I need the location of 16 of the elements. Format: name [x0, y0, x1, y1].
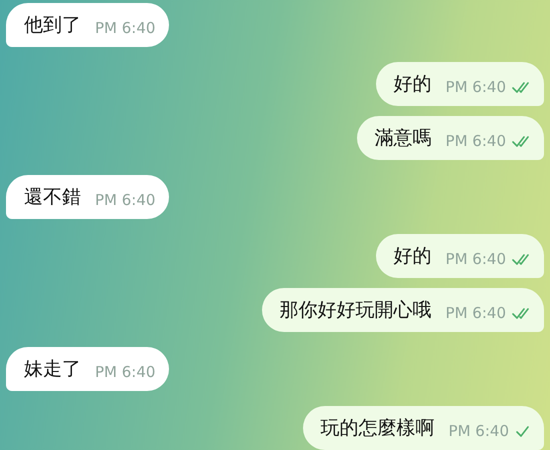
message-time: PM 6:40	[448, 420, 509, 442]
message-time: PM 6:40	[446, 302, 506, 324]
message-text: 玩的怎麼樣啊	[320, 416, 435, 441]
message-time: PM 6:40	[95, 362, 156, 383]
message-text: 妹走了	[24, 356, 81, 382]
message-time: PM 6:40	[446, 76, 506, 98]
message-time: PM 6:40	[95, 18, 156, 39]
message-text: 好的	[394, 244, 432, 269]
message-text: 滿意嗎	[374, 126, 432, 151]
message-text: 他到了	[24, 12, 81, 38]
message-text: 那你好好玩開心哦	[280, 298, 432, 323]
message-text: 還不錯	[24, 184, 81, 210]
message-time: PM 6:40	[446, 248, 506, 270]
message-time: PM 6:40	[95, 190, 156, 211]
message-text: 好的	[394, 72, 432, 97]
message-time: PM 6:40	[446, 130, 506, 152]
